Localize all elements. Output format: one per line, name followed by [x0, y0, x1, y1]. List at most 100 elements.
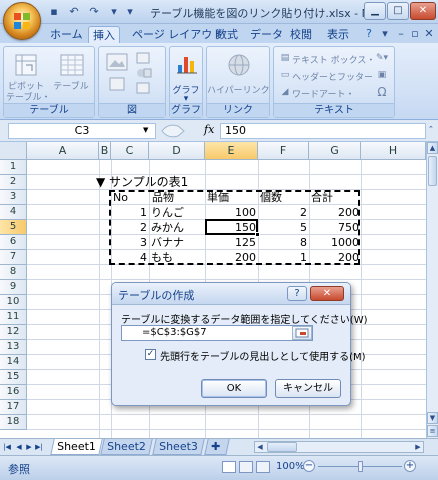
symbol-icon[interactable]: Ω	[372, 85, 392, 99]
split-handle-icon[interactable]: ≡	[427, 425, 438, 437]
row-header-5[interactable]: 5	[0, 220, 27, 235]
row-header-11[interactable]: 11	[0, 310, 27, 325]
zoom-in-icon[interactable]: +	[404, 460, 416, 472]
hyperlink-icon[interactable]	[226, 53, 252, 77]
tab-review[interactable]: 校閲	[286, 26, 316, 44]
sheet-tab-sheet2[interactable]: Sheet2	[100, 439, 153, 455]
zoom-level[interactable]: 100%	[276, 461, 305, 472]
zoom-slider-thumb[interactable]	[358, 461, 363, 472]
horizontal-scrollbar[interactable]: ◀ ▶	[254, 441, 424, 453]
sheet-tab-sheet1[interactable]: Sheet1	[50, 439, 103, 455]
object-icon[interactable]: ▣	[372, 70, 392, 80]
row-header-15[interactable]: 15	[0, 370, 27, 385]
row-header-9[interactable]: 9	[0, 280, 27, 295]
insert-sheet-button[interactable]: ✚	[204, 439, 230, 455]
column-header-a[interactable]: A	[27, 142, 99, 160]
column-header-g[interactable]: G	[309, 142, 361, 160]
column-header-f[interactable]: F	[258, 142, 309, 160]
row-header-3[interactable]: 3	[0, 190, 27, 205]
dialog-range-input[interactable]: =$C$3:$G$7	[121, 325, 313, 341]
select-all-button[interactable]	[0, 142, 27, 160]
redo-dropdown-icon[interactable]: ▾	[106, 4, 122, 20]
tab-formulas[interactable]: 数式	[212, 26, 242, 44]
minimize-button[interactable]: ▁	[364, 2, 386, 20]
scroll-right-icon[interactable]: ▶	[413, 442, 423, 452]
page-layout-view-icon[interactable]	[239, 461, 253, 473]
row-header-1[interactable]: 1	[0, 160, 27, 175]
dialog-titlebar[interactable]: テーブルの作成 ? ✕	[112, 283, 350, 305]
wordart-button[interactable]: ワードアート・	[292, 87, 354, 100]
zoom-out-icon[interactable]: −	[303, 460, 315, 472]
prev-sheet-icon[interactable]: ◀	[14, 441, 24, 453]
smartart-icon[interactable]	[109, 77, 125, 91]
dialog-help-button[interactable]: ?	[287, 286, 307, 301]
row-header-12[interactable]: 12	[0, 325, 27, 340]
header-footer-button[interactable]: ヘッダーとフッター	[292, 70, 373, 83]
scroll-left-icon[interactable]: ◀	[255, 442, 265, 452]
cancel-button[interactable]: キャンセル	[275, 379, 341, 398]
name-box[interactable]: C3	[8, 123, 156, 139]
column-header-h[interactable]: H	[361, 142, 426, 160]
dialog-close-button[interactable]: ✕	[310, 286, 344, 301]
last-sheet-icon[interactable]: ▶|	[34, 441, 44, 453]
chart-icon[interactable]	[176, 53, 198, 75]
tab-insert[interactable]: 挿入	[88, 26, 120, 44]
vertical-scrollbar[interactable]: ▲ ▼ ≡	[426, 142, 438, 438]
row-header-18[interactable]: 18	[0, 415, 27, 430]
ribbon-options-icon[interactable]: ▾	[377, 26, 393, 42]
fill-handle[interactable]	[255, 232, 260, 237]
column-header-e[interactable]: E	[205, 142, 258, 160]
row-header-10[interactable]: 10	[0, 295, 27, 310]
table-title[interactable]: ▼ サンプルの表1	[96, 175, 188, 190]
header-row-checkbox[interactable]: ✓	[145, 349, 156, 360]
column-header-c[interactable]: C	[111, 142, 149, 160]
row-header-17[interactable]: 17	[0, 400, 27, 415]
column-header-d[interactable]: D	[149, 142, 205, 160]
save-icon[interactable]: ▪	[46, 4, 62, 20]
clip-art-icon[interactable]	[136, 52, 150, 64]
scroll-up-icon[interactable]: ▲	[427, 142, 438, 154]
table-icon[interactable]	[59, 53, 85, 77]
scroll-down-icon[interactable]: ▼	[427, 412, 438, 424]
row-header-6[interactable]: 6	[0, 235, 27, 250]
screenshot-icon[interactable]	[136, 82, 150, 94]
workbook-close-icon[interactable]: ✕	[421, 26, 437, 42]
row-header-16[interactable]: 16	[0, 385, 27, 400]
tab-home[interactable]: ホーム	[46, 26, 87, 44]
name-box-dropdown-icon[interactable]: ▼	[143, 126, 148, 134]
row-header-8[interactable]: 8	[0, 265, 27, 280]
normal-view-icon[interactable]	[222, 461, 236, 473]
shapes-icon[interactable]	[136, 67, 152, 79]
first-sheet-icon[interactable]: |◀	[2, 441, 12, 453]
tab-data[interactable]: データ	[246, 26, 287, 44]
ok-button[interactable]: OK	[201, 379, 267, 398]
column-header-b[interactable]: B	[99, 142, 111, 160]
next-sheet-icon[interactable]: ▶	[24, 441, 34, 453]
header-row-checkbox-label[interactable]: 先頭行をテーブルの見出しとして使用する(M)	[160, 348, 366, 363]
formula-input[interactable]: 150	[220, 123, 426, 139]
sheet-tab-label: Sheet2	[107, 440, 146, 453]
hscroll-thumb[interactable]	[267, 442, 297, 452]
redo-icon[interactable]: ↷	[86, 4, 102, 20]
row-header-2[interactable]: 2	[0, 175, 27, 190]
row-header-4[interactable]: 4	[0, 205, 27, 220]
signature-line-icon[interactable]: ✎▾	[372, 53, 392, 63]
insert-function-icon[interactable]: fx	[204, 123, 214, 136]
office-button[interactable]	[3, 2, 41, 40]
undo-icon[interactable]: ↶	[66, 4, 82, 20]
sheet-tab-sheet3[interactable]: Sheet3	[152, 439, 205, 455]
help-icon[interactable]: ?	[361, 26, 377, 42]
row-header-14[interactable]: 14	[0, 355, 27, 370]
text-box-button[interactable]: テキスト ボックス・	[292, 53, 375, 66]
row-header-7[interactable]: 7	[0, 250, 27, 265]
customize-qat-icon[interactable]: ▾	[122, 4, 138, 20]
tab-view[interactable]: 表示	[323, 26, 353, 44]
close-button[interactable]: ✕	[410, 2, 436, 20]
row-header-13[interactable]: 13	[0, 340, 27, 355]
collapse-dialog-button[interactable]	[292, 326, 312, 340]
picture-icon[interactable]	[106, 53, 128, 71]
expand-formula-icon[interactable]: ⌃	[428, 125, 434, 133]
maximize-button[interactable]: □	[387, 2, 409, 20]
scroll-thumb[interactable]	[428, 156, 437, 186]
page-break-view-icon[interactable]	[256, 461, 270, 473]
